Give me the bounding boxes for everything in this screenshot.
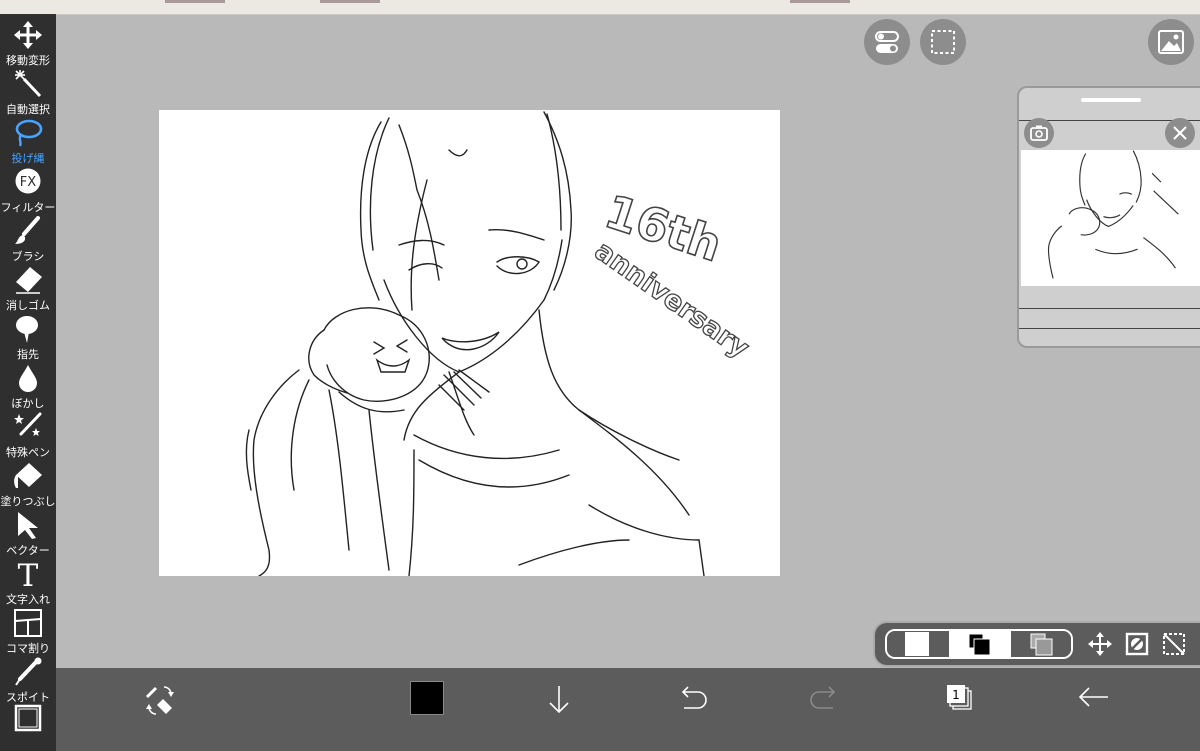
layer-type-segment bbox=[885, 629, 1073, 659]
top-strip-mark bbox=[320, 0, 380, 3]
text-icon-glyph: T bbox=[18, 559, 39, 589]
fill-bucket-icon bbox=[14, 463, 42, 488]
tool-label: 指先 bbox=[17, 348, 39, 361]
back-button[interactable] bbox=[1072, 680, 1116, 724]
text-icon: T bbox=[18, 559, 39, 589]
undo-button[interactable] bbox=[670, 680, 714, 724]
back-arrow-icon bbox=[1078, 687, 1108, 707]
tool-lasso[interactable]: 投げ縄 bbox=[0, 116, 56, 165]
sketch-artwork: 16th anniversary bbox=[245, 111, 755, 576]
close-icon bbox=[1173, 126, 1187, 140]
tool-label: コマ割り bbox=[6, 642, 50, 655]
tool-label: 消しゴム bbox=[6, 299, 50, 312]
redo-button[interactable] bbox=[803, 680, 847, 724]
tool-palette: 移動変形 自動選択 投げ縄 FX フィルター ブラシ 消しゴム 指先 ぼかし 特… bbox=[0, 14, 56, 751]
navigator-drag-handle[interactable] bbox=[1081, 98, 1141, 102]
tool-blur[interactable]: ぼかし bbox=[0, 361, 56, 410]
canvas-icon bbox=[14, 704, 42, 732]
bottom-toolbar: 1 bbox=[56, 668, 1200, 751]
swap-pen-eraser-button[interactable] bbox=[138, 680, 182, 724]
thumbnail-sketch bbox=[1047, 150, 1179, 279]
layer-mask-icon bbox=[1125, 632, 1149, 656]
black-layer-option[interactable] bbox=[949, 631, 1011, 657]
download-button[interactable] bbox=[537, 680, 581, 724]
tool-label: ベクター bbox=[6, 544, 50, 557]
tool-label: 特殊ペン bbox=[6, 446, 50, 459]
smudge-icon bbox=[16, 316, 38, 343]
tool-label: フィルター bbox=[0, 201, 56, 214]
tool-label: ぼかし bbox=[11, 397, 45, 410]
fx-icon: FX bbox=[15, 168, 41, 194]
tool-frame[interactable]: コマ割り bbox=[0, 606, 56, 655]
download-arrow-icon bbox=[549, 686, 569, 714]
tool-smudge[interactable]: 指先 bbox=[0, 312, 56, 361]
navigator-divider bbox=[1019, 308, 1200, 309]
swap-pen-eraser-icon bbox=[145, 686, 174, 715]
toggle-settings-button[interactable] bbox=[864, 19, 910, 65]
undo-icon bbox=[681, 686, 707, 709]
black-layer-icon bbox=[968, 633, 991, 656]
tool-brush[interactable]: ブラシ bbox=[0, 214, 56, 263]
reference-image-button[interactable] bbox=[1148, 19, 1194, 65]
eyedropper-icon bbox=[15, 657, 42, 686]
toggle-icon bbox=[875, 31, 899, 53]
tool-filter[interactable]: FX フィルター bbox=[0, 165, 56, 214]
dashed-selection-icon bbox=[931, 30, 955, 54]
tool-label: 文字入れ bbox=[6, 593, 50, 606]
top-strip-mark bbox=[790, 0, 850, 3]
fx-icon-text: FX bbox=[20, 175, 36, 190]
redo-icon bbox=[810, 686, 836, 709]
select-layer-icon bbox=[1163, 633, 1185, 655]
white-layer-icon bbox=[905, 632, 929, 656]
move-layer-icon bbox=[1088, 632, 1112, 656]
tool-fill[interactable]: 塗りつぶし bbox=[0, 459, 56, 508]
camera-icon bbox=[1030, 125, 1048, 141]
navigator-snapshot-button[interactable] bbox=[1024, 118, 1054, 148]
drawing-canvas[interactable]: 16th anniversary bbox=[159, 110, 780, 576]
layer-quick-panel bbox=[873, 621, 1200, 667]
navigator-thumbnail[interactable] bbox=[1021, 150, 1200, 286]
move-icon bbox=[14, 21, 42, 49]
white-layer-option[interactable] bbox=[887, 631, 949, 657]
transparent-layer-option[interactable] bbox=[1011, 631, 1071, 657]
tool-label: ブラシ bbox=[11, 250, 45, 263]
anniversary-lettering: 16th anniversary bbox=[588, 183, 755, 365]
tool-magic-wand[interactable]: 自動選択 bbox=[0, 67, 56, 116]
frame-divider-icon bbox=[14, 609, 42, 637]
primary-color-swatch[interactable] bbox=[410, 681, 444, 715]
tool-label: 移動変形 bbox=[6, 54, 50, 67]
tool-label: 自動選択 bbox=[6, 103, 50, 116]
top-status-strip bbox=[0, 0, 1200, 15]
image-icon bbox=[1158, 30, 1184, 54]
tool-eraser[interactable]: 消しゴム bbox=[0, 263, 56, 312]
lasso-icon bbox=[15, 119, 43, 147]
layer-count: 1 bbox=[952, 688, 960, 702]
blur-drop-icon bbox=[19, 365, 37, 392]
tool-canvas[interactable] bbox=[0, 702, 56, 751]
selection-button[interactable] bbox=[920, 19, 966, 65]
eraser-icon bbox=[16, 267, 42, 294]
select-layer-button[interactable] bbox=[1161, 631, 1187, 657]
navigator-panel bbox=[1017, 86, 1200, 348]
move-layer-button[interactable] bbox=[1087, 631, 1113, 657]
tool-vector[interactable]: ベクター bbox=[0, 508, 56, 557]
tool-label: 塗りつぶし bbox=[0, 495, 56, 508]
tool-text[interactable]: T 文字入れ bbox=[0, 557, 56, 606]
top-strip-mark bbox=[165, 0, 225, 3]
tool-move[interactable]: 移動変形 bbox=[0, 18, 56, 67]
layer-mask-button[interactable] bbox=[1124, 631, 1150, 657]
magic-wand-icon bbox=[15, 70, 42, 98]
tool-eyedropper[interactable]: スポイト bbox=[0, 655, 56, 704]
layers-icon: 1 bbox=[947, 685, 972, 710]
navigator-close-button[interactable] bbox=[1165, 118, 1195, 148]
tool-label: 投げ縄 bbox=[11, 152, 45, 165]
layers-button[interactable]: 1 bbox=[937, 680, 981, 724]
navigator-divider bbox=[1019, 328, 1200, 329]
brush-icon bbox=[15, 216, 40, 244]
transparent-layer-icon bbox=[1030, 633, 1053, 656]
tool-special-pen[interactable]: 特殊ペン bbox=[0, 410, 56, 459]
special-pen-icon bbox=[14, 412, 42, 436]
vector-arrow-icon bbox=[18, 512, 38, 539]
